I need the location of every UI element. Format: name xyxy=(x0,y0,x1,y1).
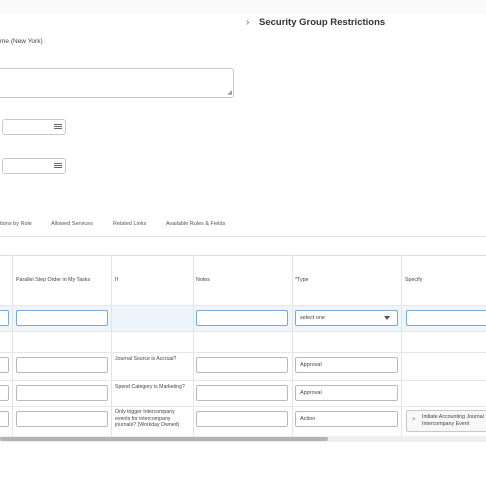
specify-input[interactable] xyxy=(406,310,486,326)
caret-down-icon[interactable] xyxy=(384,316,390,320)
parallel-step-input[interactable] xyxy=(16,411,108,427)
parallel-step-input[interactable] xyxy=(16,385,108,401)
list-icon[interactable] xyxy=(54,162,62,170)
row-order-input[interactable] xyxy=(0,310,9,326)
header-specify: Specify xyxy=(405,277,423,283)
row-divider xyxy=(0,352,486,353)
row-order-input[interactable] xyxy=(0,385,9,401)
parallel-step-input[interactable] xyxy=(16,310,108,326)
close-icon[interactable]: × xyxy=(412,417,416,423)
chevron-right-icon[interactable]: › xyxy=(246,17,249,28)
tab-related-links[interactable]: Related Links xyxy=(113,221,146,227)
type-value: Approval xyxy=(300,362,322,368)
column-divider xyxy=(111,255,112,440)
column-divider xyxy=(292,255,293,440)
type-select-value: select one xyxy=(300,315,326,321)
prompt-field-1[interactable] xyxy=(2,119,66,135)
type-field[interactable]: Approval xyxy=(295,385,398,401)
grid-top-border xyxy=(0,255,486,256)
specify-pill[interactable]: × Initiate Accounting Journal Intercompa… xyxy=(406,410,486,432)
column-divider xyxy=(401,255,402,440)
notes-input[interactable] xyxy=(196,310,288,326)
column-divider xyxy=(12,255,13,440)
description-textarea[interactable]: ◢ xyxy=(0,68,234,98)
column-divider xyxy=(193,255,194,440)
row-divider xyxy=(0,305,486,306)
type-field[interactable]: Approval xyxy=(295,357,398,373)
tab-permissions-by-role[interactable]: tions by Role xyxy=(0,221,32,227)
row-order-input[interactable] xyxy=(0,357,9,373)
tab-divider xyxy=(0,236,486,237)
page-title: Security Group Restrictions xyxy=(259,17,386,28)
row-order-input[interactable] xyxy=(0,411,9,427)
notes-input[interactable] xyxy=(196,357,288,373)
resize-grip-icon[interactable]: ◢ xyxy=(227,90,232,96)
condition-text: Journal Source is Accrual? xyxy=(115,356,177,362)
header-notes: Notes xyxy=(196,277,210,283)
condition-text: Spend Category is Marketing? xyxy=(115,384,185,390)
row-divider xyxy=(0,331,486,332)
type-value: Action xyxy=(300,416,316,422)
parallel-step-input[interactable] xyxy=(16,357,108,373)
tab-allowed-services[interactable]: Allowed Services xyxy=(51,221,93,227)
row-divider xyxy=(0,380,486,381)
row-divider xyxy=(0,406,486,407)
timezone-value: me (New York) xyxy=(0,38,43,45)
prompt-field-2[interactable] xyxy=(2,158,66,174)
list-icon[interactable] xyxy=(54,123,62,131)
notes-input[interactable] xyxy=(196,411,288,427)
tab-available-rules-fields[interactable]: Available Rules & Fields xyxy=(166,221,225,227)
type-select[interactable]: select one xyxy=(295,310,398,326)
type-field[interactable]: Action xyxy=(295,411,398,427)
condition-text: Only trigger Intercompany events for int… xyxy=(115,409,180,428)
top-strip xyxy=(0,0,486,14)
header-if: If xyxy=(115,277,118,283)
scrollbar-thumb[interactable] xyxy=(0,437,328,441)
header-type: *Type xyxy=(295,277,309,283)
notes-input[interactable] xyxy=(196,385,288,401)
specify-pill-label: Initiate Accounting Journal Intercompany… xyxy=(422,414,484,427)
type-value: Approval xyxy=(300,390,322,396)
header-parallel-step-order: Parallel Step Order in My Tasks xyxy=(16,277,91,283)
